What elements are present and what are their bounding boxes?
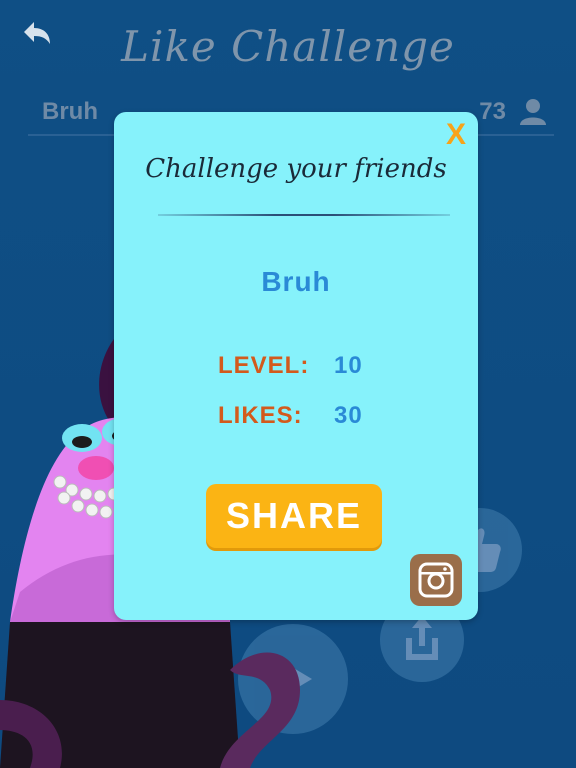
level-value: 10 (334, 352, 363, 379)
divider (158, 214, 450, 216)
likes-value: 30 (334, 402, 363, 429)
instagram-button[interactable] (410, 554, 462, 606)
challenge-modal: X Challenge your friends Bruh LEVEL: 10 … (114, 112, 478, 620)
modal-heading: Challenge your friends (145, 154, 447, 184)
likes-label: LIKES: (218, 402, 303, 429)
level-label: LEVEL: (218, 352, 310, 379)
close-button[interactable]: X (446, 118, 466, 152)
player-name: Bruh (42, 98, 98, 125)
share-button[interactable]: SHARE (206, 484, 382, 548)
friend-name: Bruh (261, 266, 331, 297)
tentacle-decoration (0, 652, 300, 768)
page-title: Like Challenge (121, 22, 455, 71)
instagram-icon (418, 562, 454, 598)
user-icon (518, 96, 548, 126)
like-count: 73 (479, 98, 506, 125)
